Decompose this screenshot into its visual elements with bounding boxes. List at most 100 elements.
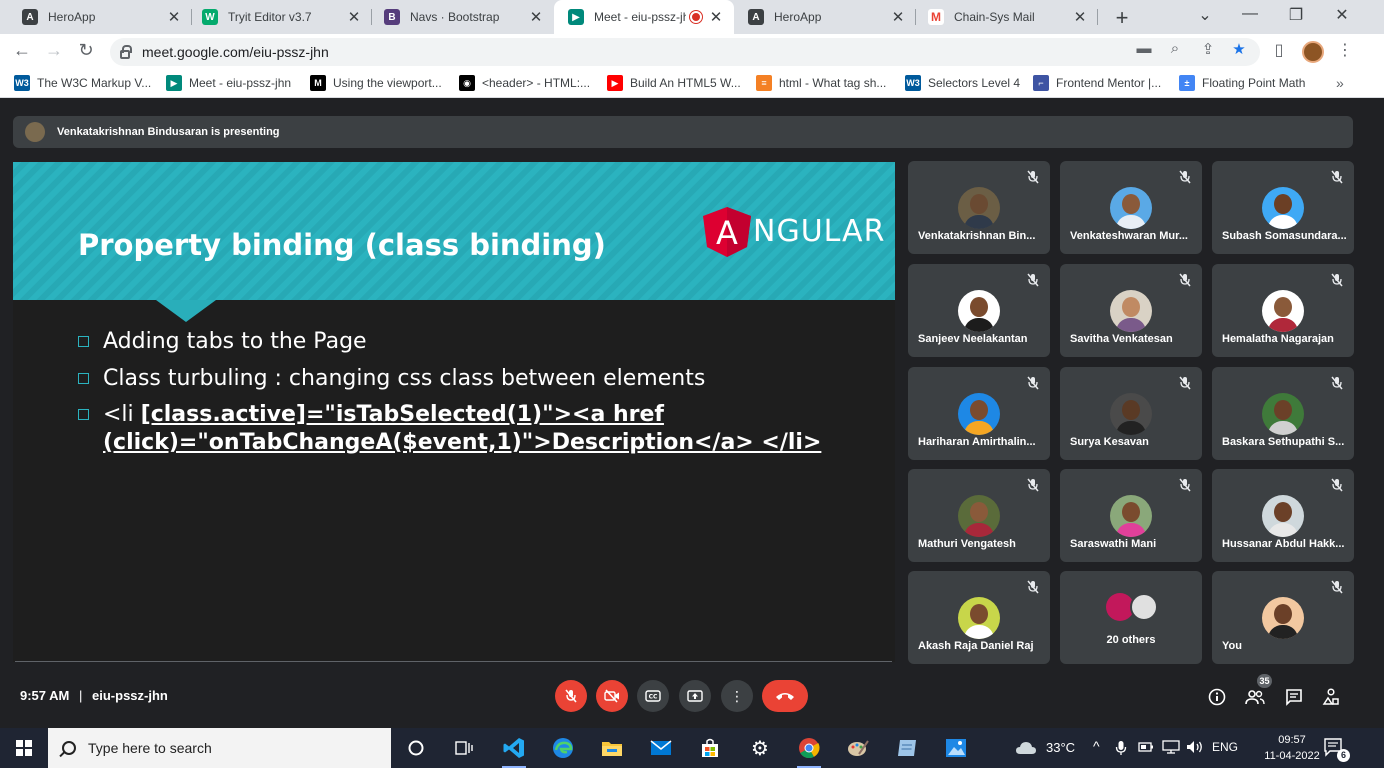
microphone-icon[interactable] <box>1115 740 1127 759</box>
menu-icon[interactable]: ⋮ <box>1334 40 1356 60</box>
close-icon[interactable]: ✕ <box>1072 8 1088 26</box>
tab-search-icon[interactable]: ⌄ <box>1193 5 1217 25</box>
bookmark-item[interactable]: W3 The W3C Markup V... <box>14 75 151 91</box>
mic-off-button[interactable] <box>555 680 587 712</box>
close-icon[interactable]: ✕ <box>890 8 906 26</box>
network-icon[interactable] <box>1162 740 1180 757</box>
notepad-icon[interactable] <box>895 736 919 760</box>
photos-icon[interactable] <box>944 736 968 760</box>
minimize-button[interactable]: — <box>1238 5 1262 23</box>
bookmark-item[interactable]: ▶ Meet - eiu-pssz-jhn <box>166 75 291 91</box>
back-icon[interactable]: ← <box>10 40 34 61</box>
close-icon[interactable]: ✕ <box>166 8 182 26</box>
notification-center-icon[interactable]: 6 <box>1322 736 1350 762</box>
participant-tile[interactable]: Subash Somasundara... <box>1212 161 1354 254</box>
browser-tab-active[interactable]: ▶ Meet - eiu-pssz-jh ✕ <box>554 0 734 34</box>
bookmark-item[interactable]: ± Floating Point Math <box>1179 75 1305 91</box>
browser-tab[interactable]: A HeroApp ✕ <box>734 0 916 34</box>
angular-icon: A <box>748 9 764 25</box>
vscode-icon[interactable] <box>502 736 526 768</box>
browser-tab[interactable]: B Navs · Bootstrap ✕ <box>370 0 554 34</box>
participant-tile[interactable]: Venkatakrishnan Bin... <box>908 161 1050 254</box>
volume-icon[interactable] <box>1186 740 1204 757</box>
browser-tab[interactable]: A HeroApp ✕ <box>8 0 192 34</box>
task-view-icon[interactable] <box>452 736 476 760</box>
mic-muted-icon <box>1027 376 1039 390</box>
participant-tile[interactable]: Akash Raja Daniel Raj <box>908 571 1050 664</box>
participant-tile[interactable]: You <box>1212 571 1354 664</box>
browser-tab[interactable]: W Tryit Editor v3.7 ✕ <box>188 0 372 34</box>
cortana-icon[interactable] <box>404 736 428 760</box>
shared-screen[interactable]: Property binding (class binding) A NGULA… <box>13 162 895 662</box>
participant-tile[interactable]: Baskara Sethupathi S... <box>1212 367 1354 460</box>
zoom-icon[interactable]: ⌕ <box>1165 40 1185 57</box>
weather-temperature[interactable]: 33°C <box>1046 740 1075 755</box>
bookmark-item[interactable]: ▶ Build An HTML5 W... <box>607 75 741 91</box>
weather-icon[interactable] <box>1014 736 1038 760</box>
leave-call-button[interactable] <box>762 680 808 712</box>
participant-tile[interactable]: Saraswathi Mani <box>1060 469 1202 562</box>
participant-name: Hariharan Amirthalin... <box>918 436 1036 448</box>
paint-icon[interactable] <box>846 736 870 760</box>
participant-tile[interactable]: Savitha Venkatesan <box>1060 264 1202 357</box>
more-bookmarks-icon[interactable]: » <box>1336 75 1344 91</box>
power-icon[interactable] <box>1138 740 1154 757</box>
more-options-button[interactable]: ⋮ <box>721 680 753 712</box>
lock-icon[interactable] <box>120 44 132 59</box>
taskbar-search-input[interactable]: Type here to search <box>48 728 391 768</box>
close-icon[interactable]: ✕ <box>346 8 362 26</box>
restore-button[interactable]: ❐ <box>1284 5 1308 25</box>
taskbar-clock[interactable]: 09:57 11-04-2022 <box>1262 732 1322 764</box>
activities-icon <box>1322 688 1339 705</box>
camera-icon[interactable]: ▬ <box>1134 40 1154 57</box>
avatar <box>1110 290 1152 332</box>
windows-start-icon[interactable] <box>16 740 32 756</box>
people-button[interactable] <box>1244 686 1266 708</box>
edge-icon[interactable] <box>551 736 575 760</box>
bookmark-star-icon[interactable]: ★ <box>1229 40 1249 58</box>
bookmark-item[interactable]: ≡ html - What tag sh... <box>756 75 886 91</box>
bookmark-item[interactable]: ⌐ Frontend Mentor |... <box>1033 75 1161 91</box>
side-panel-icon[interactable]: ▯ <box>1268 40 1290 60</box>
participant-tile[interactable]: Surya Kesavan <box>1060 367 1202 460</box>
youtube-icon: ▶ <box>607 75 623 91</box>
captions-button[interactable]: CC <box>637 680 669 712</box>
camera-off-button[interactable] <box>596 680 628 712</box>
participant-tile[interactable]: Hariharan Amirthalin... <box>908 367 1050 460</box>
bookmark-item[interactable]: M Using the viewport... <box>310 75 442 91</box>
avatar <box>25 122 45 142</box>
reload-icon[interactable]: ↻ <box>74 40 98 61</box>
close-window-button[interactable]: ✕ <box>1330 5 1354 25</box>
chat-button[interactable] <box>1283 686 1305 708</box>
avatar-head <box>1274 502 1292 522</box>
input-language[interactable]: ENG <box>1212 740 1238 754</box>
share-icon[interactable]: ⇪ <box>1198 40 1218 58</box>
search-icon <box>62 741 76 755</box>
chevron-up-icon[interactable]: ^ <box>1093 738 1100 754</box>
participant-tile[interactable]: Mathuri Vengatesh <box>908 469 1050 562</box>
browser-tab[interactable]: M Chain-Sys Mail ✕ <box>914 0 1098 34</box>
participant-tile[interactable]: Hussanar Abdul Hakk... <box>1212 469 1354 562</box>
participant-tile[interactable]: Hemalatha Nagarajan <box>1212 264 1354 357</box>
address-bar[interactable]: meet.google.com/eiu-pssz-jhn <box>110 38 1260 66</box>
close-icon[interactable]: ✕ <box>708 8 724 26</box>
avatar-head <box>1274 604 1292 624</box>
activities-button[interactable] <box>1320 686 1342 708</box>
bookmark-item[interactable]: ◉ <header> - HTML:... <box>459 75 590 91</box>
file-explorer-icon[interactable] <box>600 736 624 760</box>
new-tab-button[interactable]: + <box>1110 5 1134 31</box>
forward-icon[interactable]: → <box>42 40 66 61</box>
bookmark-item[interactable]: W3 Selectors Level 4 <box>905 75 1020 91</box>
participant-tile[interactable]: Sanjeev Neelakantan <box>908 264 1050 357</box>
close-icon[interactable]: ✕ <box>528 8 544 26</box>
chrome-icon[interactable] <box>797 736 821 768</box>
participant-tile[interactable]: Venkateshwaran Mur... <box>1060 161 1202 254</box>
others-tile[interactable]: 20 others <box>1060 571 1202 664</box>
settings-gear-icon[interactable]: ⚙ <box>748 736 772 760</box>
avatar[interactable] <box>1302 41 1324 63</box>
meeting-info-button[interactable] <box>1206 686 1228 708</box>
notification-count: 6 <box>1337 749 1350 762</box>
mail-icon[interactable] <box>649 736 673 760</box>
store-icon[interactable] <box>698 736 722 760</box>
present-now-button[interactable] <box>679 680 711 712</box>
